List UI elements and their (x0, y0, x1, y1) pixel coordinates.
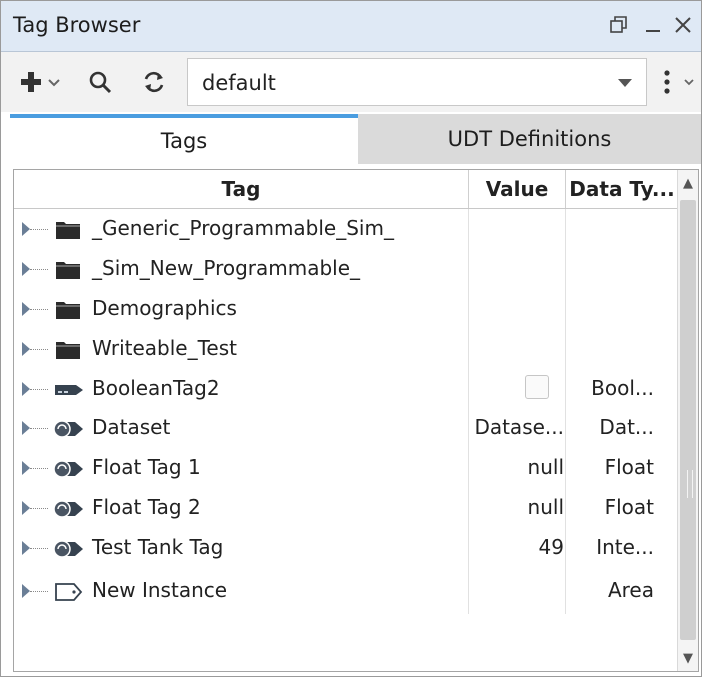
kebab-menu-icon (664, 70, 694, 94)
table-row[interactable]: Dataset Datase... Dat... (14, 408, 678, 448)
add-tag-button[interactable] (11, 66, 67, 98)
table-row[interactable]: Float Tag 2 null Float (14, 488, 678, 528)
expand-arrow-icon[interactable] (22, 382, 30, 396)
search-icon (89, 71, 112, 94)
float-window-button[interactable] (605, 11, 633, 39)
value-checkbox[interactable] (525, 375, 549, 399)
tag-value: Datase... (474, 415, 564, 439)
tree-connector (30, 389, 48, 391)
table-row[interactable]: Float Tag 1 null Float (14, 448, 678, 488)
tag-name: Writeable_Test (92, 336, 237, 360)
memory-tag-icon (50, 378, 86, 402)
window-title: Tag Browser (13, 13, 141, 37)
tree-connector (30, 349, 48, 351)
refresh-icon (144, 71, 164, 93)
tag-provider-value: default (202, 71, 276, 95)
tag-data-type: Inte... (596, 535, 654, 559)
tag-name: _Sim_New_Programmable_ (92, 256, 361, 280)
column-header-value[interactable]: Value (468, 170, 565, 208)
opc-tag-icon (50, 417, 86, 441)
expand-arrow-icon[interactable] (22, 262, 30, 276)
tag-name: Test Tank Tag (92, 535, 224, 559)
title-bar: Tag Browser (1, 1, 701, 52)
opc-tag-icon (50, 457, 86, 481)
tree-connector (30, 269, 48, 271)
minimize-button[interactable] (639, 11, 667, 39)
tag-browser-panel: Tag Browser default Tags UDT Definitions… (0, 0, 702, 677)
table-row[interactable]: New Instance Area (14, 571, 678, 611)
table-header: Tag Value Data Ty... (14, 170, 678, 209)
tag-data-type: Area (607, 578, 654, 602)
tag-data-type: Float (604, 455, 654, 479)
tag-name: BooleanTag2 (92, 376, 220, 400)
table-row[interactable]: Writeable_Test (14, 329, 678, 369)
tree-connector (30, 229, 48, 231)
tag-value: null (527, 455, 564, 479)
tag-name: Float Tag 2 (92, 495, 201, 519)
grip-icon (687, 470, 693, 498)
expand-arrow-icon[interactable] (22, 421, 30, 435)
expand-arrow-icon[interactable] (22, 501, 30, 515)
expand-arrow-icon[interactable] (22, 342, 30, 356)
plus-icon (21, 72, 60, 92)
minimize-icon (646, 30, 660, 32)
folder-icon (50, 338, 86, 362)
table-row[interactable]: Demographics (14, 289, 678, 329)
tag-provider-dropdown[interactable]: default (187, 58, 647, 106)
table-row[interactable]: Test Tank Tag 49 Inte... (14, 528, 678, 568)
tree-connector (30, 508, 48, 510)
expand-arrow-icon[interactable] (22, 302, 30, 316)
tag-value: null (527, 495, 564, 519)
scroll-up-icon[interactable]: ▲ (678, 174, 698, 192)
tag-name: Demographics (92, 296, 237, 320)
expand-arrow-icon[interactable] (22, 584, 30, 598)
expand-arrow-icon[interactable] (22, 222, 30, 236)
expand-arrow-icon[interactable] (22, 541, 30, 555)
table-row[interactable]: _Generic_Programmable_Sim_ (14, 209, 678, 249)
toolbar: default (1, 52, 701, 112)
tag-tree-table: Tag Value Data Ty... _Generic_Programmab… (13, 169, 699, 672)
tag-value: 49 (538, 535, 564, 559)
tag-data-type: Float (604, 495, 654, 519)
close-button[interactable] (669, 11, 697, 39)
column-header-tag[interactable]: Tag (14, 170, 468, 208)
opc-tag-icon (50, 497, 86, 521)
options-menu-button[interactable] (655, 66, 699, 98)
folder-icon (50, 258, 86, 282)
tree-connector (30, 591, 48, 593)
tree-connector (30, 309, 48, 311)
tag-name: Dataset (92, 415, 171, 439)
refresh-button[interactable] (139, 66, 169, 98)
tag-data-type: Dat... (599, 415, 654, 439)
tab-udt-definitions[interactable]: UDT Definitions (358, 114, 701, 164)
tree-connector (30, 468, 48, 470)
vertical-scrollbar[interactable]: ▲ ▼ (677, 170, 698, 671)
folder-icon (50, 218, 86, 242)
float-icon (610, 16, 627, 33)
tree-connector (30, 548, 48, 550)
opc-tag-icon (50, 537, 86, 561)
tag-data-type: Bool... (591, 376, 654, 400)
scroll-down-icon[interactable]: ▼ (678, 649, 698, 667)
tree-connector (30, 428, 48, 430)
table-row[interactable]: _Sim_New_Programmable_ (14, 249, 678, 289)
scrollbar-thumb[interactable] (680, 200, 696, 640)
folder-icon (50, 298, 86, 322)
expand-arrow-icon[interactable] (22, 461, 30, 475)
tab-bar: Tags UDT Definitions (1, 114, 701, 164)
search-button[interactable] (85, 66, 115, 98)
udt-instance-icon (50, 580, 86, 604)
tag-name: _Generic_Programmable_Sim_ (92, 216, 394, 240)
column-header-data-type[interactable]: Data Ty... (565, 170, 678, 208)
tag-name: New Instance (92, 578, 228, 602)
tag-rows: _Generic_Programmable_Sim_ _Sim_New_Progr… (14, 209, 678, 614)
tab-tags[interactable]: Tags (10, 114, 358, 164)
tag-name: Float Tag 1 (92, 455, 201, 479)
close-icon (675, 17, 691, 33)
table-row[interactable]: BooleanTag2 Bool... (14, 369, 678, 409)
chevron-down-icon (618, 79, 632, 87)
